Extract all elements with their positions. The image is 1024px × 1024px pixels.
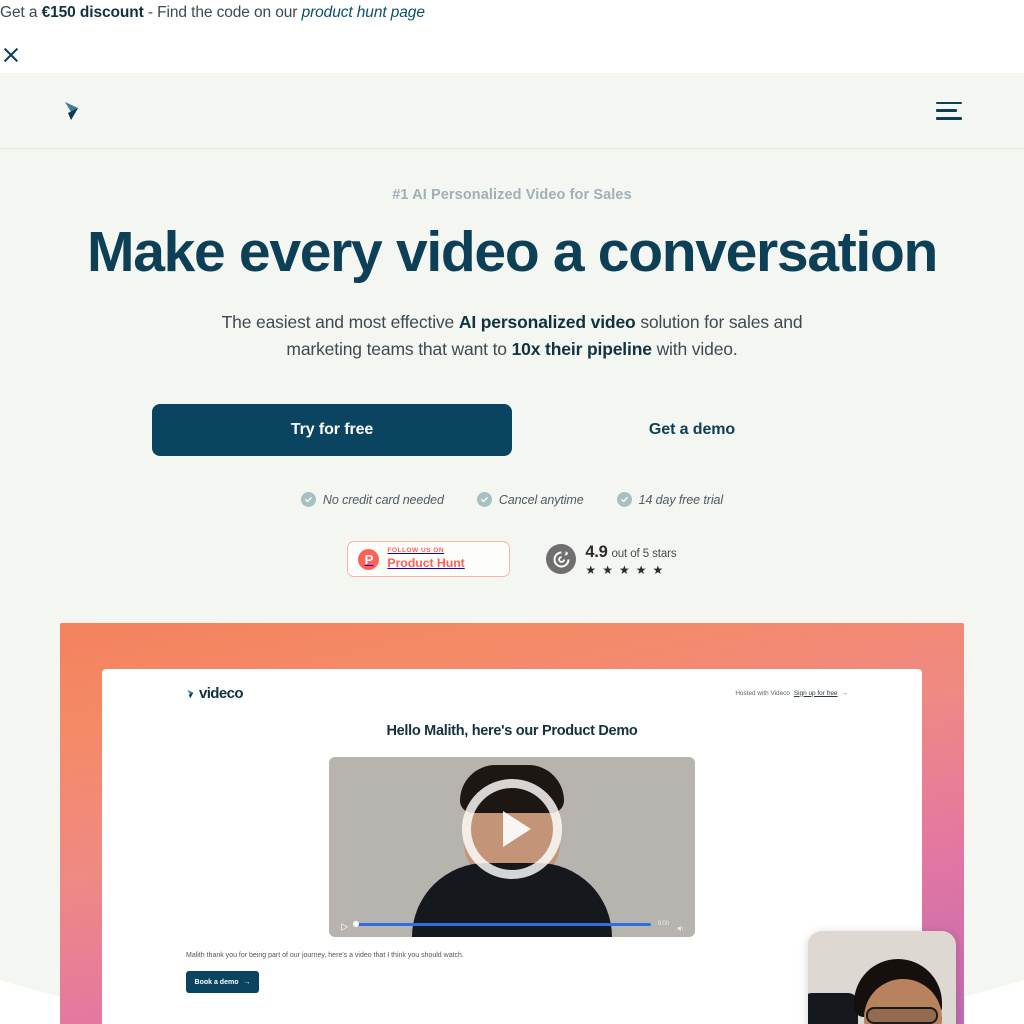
arrow-right-icon: → (841, 689, 848, 697)
hero-cta-row: Try for free Get a demo (0, 404, 1024, 456)
g2-logo-svg (553, 551, 570, 567)
get-a-demo-button[interactable]: Get a demo (512, 404, 872, 456)
hamburger-line-3 (936, 116, 962, 120)
g2-score-line: 4.9 out of 5 stars (585, 543, 676, 562)
assurance-label: 14 day free trial (638, 492, 724, 507)
video-timestamp: 0:00 (657, 921, 669, 927)
presenter-video-thumbnail[interactable] (808, 931, 956, 1024)
hosted-with-label: Hosted with Videco (735, 689, 790, 697)
product-hunt-name: Product Hunt (387, 555, 465, 570)
g2-stars: ★ ★ ★ ★ ★ (585, 564, 676, 576)
videco-chevron-logo-svg (65, 101, 78, 120)
star-icon: ★ (585, 562, 597, 577)
assurance-free-trial: 14 day free trial (616, 492, 724, 507)
video-showcase-frame: videco Hosted with Videco Sign up for fr… (60, 623, 964, 1024)
demo-videco-logo[interactable]: videco (186, 684, 244, 702)
demo-topbar: videco Hosted with Videco Sign up for fr… (102, 669, 922, 709)
announcement-banner: Get a €150 discount - Find the code on o… (0, 0, 1024, 73)
assurance-label: Cancel anytime (498, 492, 584, 507)
site-header (0, 73, 1024, 149)
sign-up-free-link[interactable]: Sign up for free (794, 690, 838, 697)
volume-icon[interactable] (676, 920, 685, 931)
g2-logo-icon (546, 544, 577, 574)
announcement-middle: - Find the code on our (143, 4, 302, 21)
close-icon[interactable] (2, 46, 20, 64)
subhead-part-3: with video. (651, 339, 738, 359)
subhead-bold-2: 10x their pipeline (511, 339, 652, 359)
demo-logo-text: videco (199, 684, 244, 702)
assurance-no-credit-card: No credit card needed (300, 492, 444, 507)
assurance-cancel-anytime: Cancel anytime (476, 492, 584, 507)
subhead-bold-1: AI personalized video (458, 312, 636, 332)
play-icon[interactable] (339, 919, 349, 932)
presenter-chair (808, 993, 858, 1024)
hero-eyebrow: #1 AI Personalized Video for Sales (392, 187, 632, 203)
demo-hosted-with: Hosted with Videco Sign up for free → (735, 690, 848, 697)
check-circle-icon (616, 492, 632, 507)
product-hunt-badge[interactable]: P FOLLOW US ON Product Hunt (347, 541, 511, 577)
hamburger-menu-icon[interactable] (936, 101, 962, 120)
product-hunt-follow-label: FOLLOW US ON (387, 547, 445, 555)
announcement-discount-amount: €150 discount (41, 4, 144, 21)
arrow-right-icon: → (243, 978, 251, 986)
star-icon: ★ (602, 562, 613, 577)
hero-section: #1 AI Personalized Video for Sales Make … (0, 149, 1024, 1024)
demo-greeting-title: Hello Malith, here's our Product Demo (386, 723, 638, 739)
announcement-text: Get a €150 discount - Find the code on o… (0, 2, 425, 24)
hero-subheading: The easiest and most effective AI person… (212, 309, 812, 363)
product-hunt-logo-icon: P (358, 548, 380, 570)
scrubber-knob[interactable] (353, 921, 359, 927)
book-a-demo-label: Book a demo (194, 978, 239, 986)
g2-rating-text: 4.9 out of 5 stars ★ ★ ★ ★ ★ (585, 543, 676, 576)
g2-score: 4.9 (585, 542, 608, 561)
assurance-label: No credit card needed (322, 492, 444, 507)
assurances-row: No credit card needed Cancel anytime 14 … (0, 492, 1024, 507)
check-circle-icon (300, 492, 316, 507)
video-progress-scrubber[interactable] (353, 921, 651, 927)
subhead-part-1: The easiest and most effective (221, 312, 459, 332)
product-hunt-text: FOLLOW US ON Product Hunt (387, 547, 465, 570)
social-proof-row: P FOLLOW US ON Product Hunt 4.9 out of 5… (0, 541, 1024, 577)
try-for-free-button[interactable]: Try for free (152, 404, 512, 456)
star-icon: ★ (652, 562, 664, 577)
demo-video-player[interactable]: 0:00 (329, 757, 695, 937)
page-title: Make every video a conversation (87, 220, 938, 284)
video-player-controls: 0:00 (329, 919, 695, 932)
hamburger-line-2 (936, 109, 957, 112)
book-a-demo-button[interactable]: Book a demo → (186, 971, 259, 993)
video-subject-hair (460, 765, 564, 813)
star-icon: ★ (618, 562, 630, 577)
hamburger-line-1 (936, 101, 962, 105)
announcement-product-hunt-link[interactable]: product hunt page (302, 4, 425, 21)
videco-chevron-logo-icon (186, 687, 197, 699)
announcement-prefix: Get a (0, 4, 42, 21)
videco-chevron-logo-icon[interactable] (62, 98, 86, 124)
g2-out-of-label: out of 5 stars (611, 547, 677, 560)
g2-rating-badge[interactable]: 4.9 out of 5 stars ★ ★ ★ ★ ★ (546, 543, 677, 576)
check-circle-icon (476, 492, 492, 507)
star-icon: ★ (635, 562, 647, 577)
hero-content: #1 AI Personalized Video for Sales Make … (0, 149, 1024, 577)
presenter-glasses (866, 1007, 938, 1024)
demo-browser-card: videco Hosted with Videco Sign up for fr… (102, 669, 922, 1024)
